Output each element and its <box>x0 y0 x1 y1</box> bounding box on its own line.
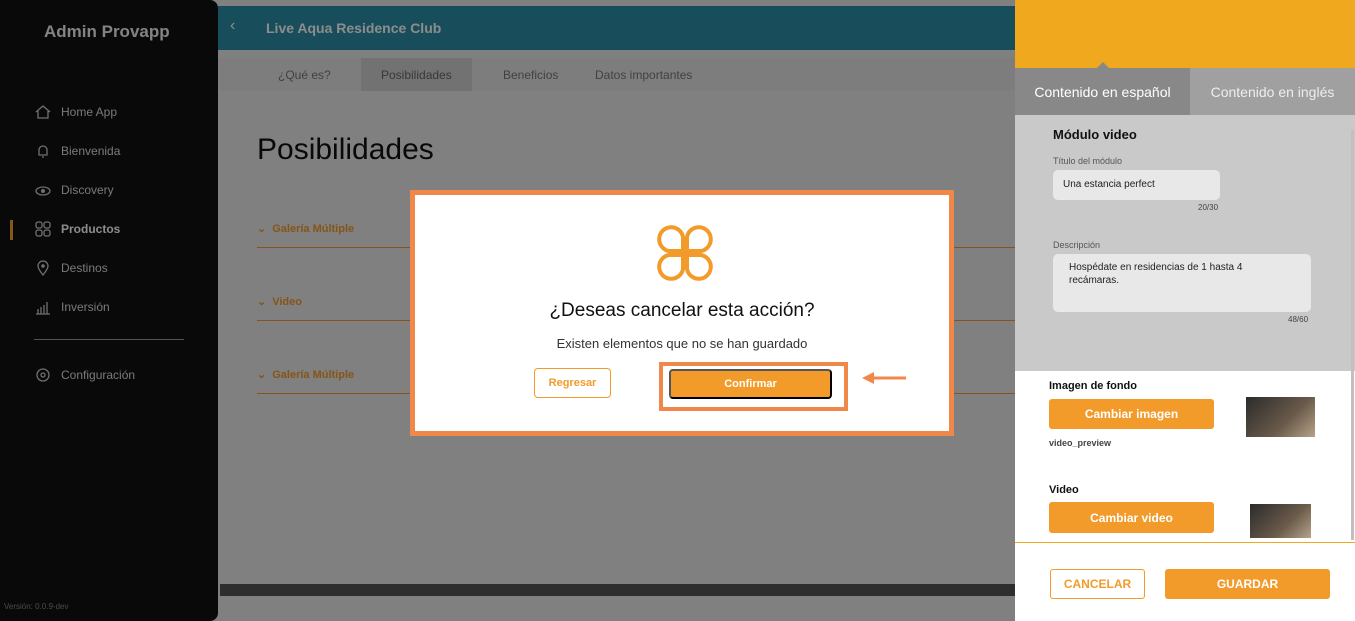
title-char-count: 20/30 <box>1198 203 1219 212</box>
dialog-title: ¿Deseas cancelar esta acción? <box>549 300 815 321</box>
cancel-button[interactable]: CANCELAR <box>1050 569 1145 599</box>
title-field-label: Título del módulo <box>1053 156 1123 166</box>
confirm-highlight: Confirmar <box>659 362 848 411</box>
module-form: Módulo video Título del módulo Una estan… <box>1015 115 1355 371</box>
tab-contenido-espanol[interactable]: Contenido en español <box>1015 68 1190 115</box>
video-label: Video <box>1049 484 1079 496</box>
tab-contenido-ingles[interactable]: Contenido en inglés <box>1190 68 1355 115</box>
edit-panel: Contenido en español Contenido en inglés… <box>1015 0 1355 621</box>
change-image-button[interactable]: Cambiar imagen <box>1049 399 1214 429</box>
panel-scrollbar[interactable] <box>1351 130 1354 540</box>
video-thumbnail <box>1250 504 1311 538</box>
back-button[interactable]: Regresar <box>534 368 611 398</box>
description-field-label: Descripción <box>1053 240 1101 250</box>
background-image-label: Imagen de fondo <box>1049 380 1137 392</box>
description-char-count: 48/60 <box>1288 315 1309 324</box>
arrow-left-icon <box>860 369 908 392</box>
confirm-dialog: ¿Deseas cancelar esta acción? Existen el… <box>410 190 954 436</box>
dialog-message: Existen elementos que no se han guardado <box>556 336 808 351</box>
panel-header <box>1015 0 1355 68</box>
confirm-button[interactable]: Confirmar <box>669 369 832 399</box>
footer-divider <box>1015 542 1355 543</box>
image-caption: video_preview <box>1049 438 1112 448</box>
module-title-input[interactable]: Una estancia perfect <box>1053 170 1220 200</box>
description-input[interactable]: Hospédate en residencias de 1 hasta 4 re… <box>1053 254 1311 312</box>
save-button[interactable]: GUARDAR <box>1165 569 1330 599</box>
brand-logo-icon <box>655 223 715 288</box>
background-image-thumbnail <box>1246 397 1315 437</box>
change-video-button[interactable]: Cambiar video <box>1049 502 1214 533</box>
module-title: Módulo video <box>1053 127 1137 142</box>
active-tab-notch <box>1095 62 1111 70</box>
